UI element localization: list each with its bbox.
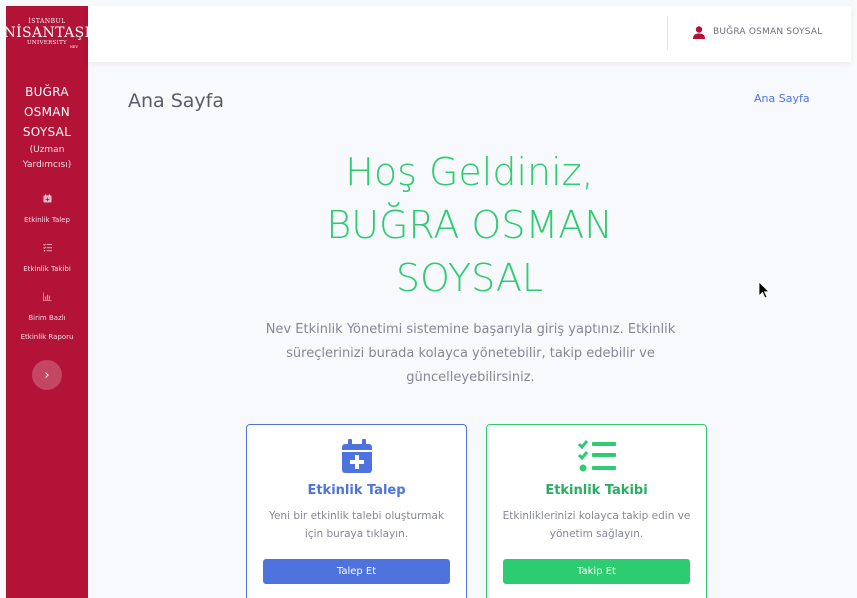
sidebar-item-label-2: Etkinlik Raporu: [20, 333, 74, 341]
sidebar-item-label: Etkinlik Talep: [24, 216, 70, 224]
welcome-line-3: SOYSAL: [395, 256, 544, 300]
page-title: Ana Sayfa: [128, 90, 225, 112]
sidebar-user-role-1: (Uzman: [29, 145, 65, 155]
university-logo[interactable]: İSTANBUL NİSANTAŞI UNIVERSITY NEV: [3, 6, 91, 62]
user-menu[interactable]: BUĞRA OSMAN SOYSAL: [693, 6, 822, 58]
sidebar-toggle-button[interactable]: ›: [32, 360, 62, 390]
card-text: Etkinliklerinizi kolayca takip edin ve y…: [502, 510, 691, 540]
list-check-icon: [42, 243, 52, 252]
sidebar-user-name-3: SOYSAL: [22, 125, 72, 139]
list-check-icon: [577, 440, 616, 472]
card-etkinlik-takibi[interactable]: Etkinlik Takibi Etkinliklerinizi kolayca…: [486, 424, 707, 598]
card-title: Etkinlik Talep: [307, 483, 406, 498]
card-text: Yeni bir etkinlik talebi oluşturmak için…: [268, 510, 445, 540]
breadcrumb[interactable]: Ana Sayfa: [754, 92, 810, 105]
calendar-plus-icon: [42, 194, 52, 203]
chart-icon: [42, 292, 52, 301]
welcome-line-1: Hoş Geldiniz,: [345, 150, 594, 194]
sidebar: İSTANBUL NİSANTAŞI UNIVERSITY NEV BUĞRA …: [3, 6, 91, 598]
welcome-heading: Hoş Geldiniz, BUĞRA OSMAN SOYSAL: [88, 146, 851, 305]
main-content: Ana Sayfa Ana Sayfa Hoş Geldiniz, BUĞRA …: [88, 62, 851, 598]
sidebar-user: BUĞRA OSMAN SOYSAL (Uzman Yardımcısı): [6, 82, 88, 172]
sidebar-item-label: Birim Bazlı: [28, 314, 66, 322]
mouse-cursor-icon: [759, 282, 770, 299]
topbar-divider: [667, 16, 668, 50]
card-title: Etkinlik Takibi: [545, 483, 648, 498]
talep-et-button[interactable]: Talep Et: [263, 559, 450, 584]
chevron-right-icon: ›: [44, 367, 50, 383]
sidebar-item-label: Etkinlik Takibi: [23, 265, 71, 273]
calendar-plus-icon: [341, 439, 372, 473]
logo-line-3: UNIVERSITY: [27, 39, 67, 46]
sidebar-item-etkinlik-talep[interactable]: Etkinlik Talep: [6, 194, 88, 226]
user-icon: [693, 25, 705, 39]
sidebar-user-name-2: OSMAN: [23, 105, 71, 119]
sidebar-nav: Etkinlik Talep Etkinlik Takibi Birim Baz…: [6, 194, 88, 343]
logo-line-2: NİSANTAŞI: [3, 24, 91, 41]
welcome-line-2: BUĞRA OSMAN: [326, 203, 613, 247]
card-etkinlik-talep[interactable]: Etkinlik Talep Yeni bir etkinlik talebi …: [246, 424, 467, 598]
sidebar-item-etkinlik-takibi[interactable]: Etkinlik Takibi: [6, 243, 88, 275]
sidebar-item-birim-bazli-rapor[interactable]: Birim Bazlı Etkinlik Raporu: [6, 292, 88, 343]
welcome-text: Nev Etkinlik Yönetimi sistemine başarıyl…: [265, 322, 676, 385]
topbar: BUĞRA OSMAN SOYSAL: [88, 6, 851, 62]
logo-line-4: NEV: [69, 45, 78, 49]
takip-et-button[interactable]: Takip Et: [503, 559, 690, 584]
sidebar-user-name-1: BUĞRA: [25, 85, 69, 99]
logo-line-1: İSTANBUL: [28, 17, 66, 25]
sidebar-user-role-2: Yardımcısı): [22, 160, 72, 170]
user-name: BUĞRA OSMAN SOYSAL: [713, 27, 823, 37]
